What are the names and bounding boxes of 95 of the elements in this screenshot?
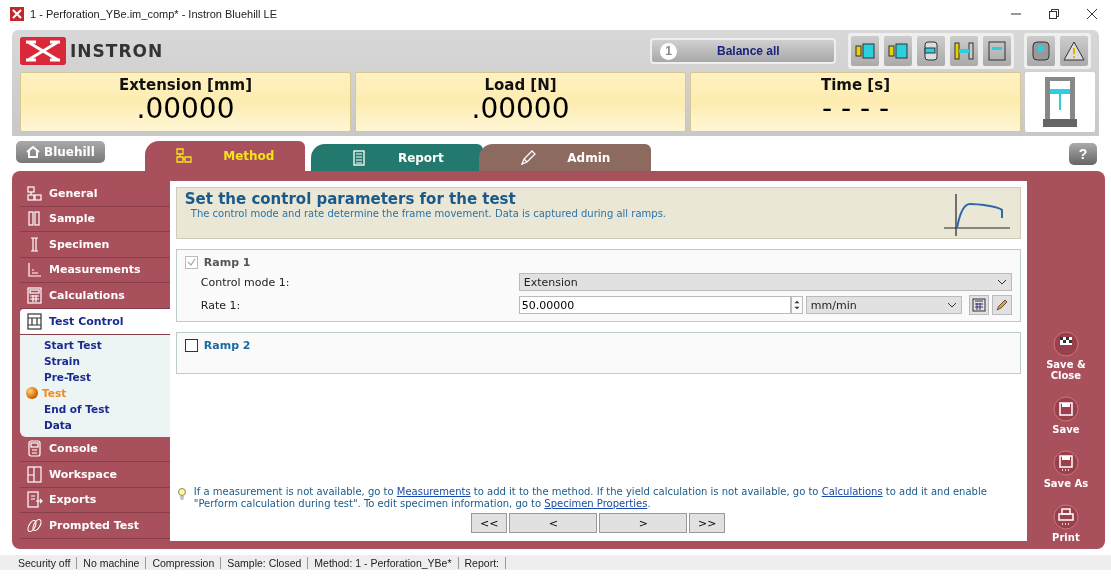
status-item: Compression <box>146 556 222 569</box>
help-button[interactable]: ? <box>1069 143 1097 165</box>
readout-label: Load [N] <box>484 76 557 94</box>
gauge-button[interactable] <box>883 35 913 67</box>
save-icon <box>1052 396 1079 422</box>
ruler-icon <box>26 261 43 279</box>
status-item: No machine <box>77 556 147 569</box>
readout-value: .00000 <box>136 94 235 124</box>
action-button[interactable]: Print <box>1030 504 1101 555</box>
ramp-label: Ramp 2 <box>203 339 251 352</box>
layout-icon <box>26 465 43 483</box>
sidebar-subitem[interactable]: Strain <box>20 352 170 369</box>
tab[interactable]: Admin <box>478 144 651 171</box>
sidebar-subitem[interactable]: Data <box>20 416 170 433</box>
gauge-button[interactable] <box>850 35 880 67</box>
transducer-button[interactable] <box>916 35 946 67</box>
pencil-button[interactable] <box>991 295 1012 315</box>
readout-value: - - - - <box>821 94 890 124</box>
sidebar-item[interactable]: Workspace <box>20 462 170 488</box>
controller-icon <box>1030 40 1052 62</box>
nav-button[interactable]: < <box>509 513 598 533</box>
nav-button[interactable]: > <box>599 513 688 533</box>
status-item: Method: 1 - Perforation_YBe* <box>308 556 459 569</box>
home-button[interactable]: Bluehill <box>16 141 105 163</box>
nav-button[interactable]: >> <box>689 513 726 533</box>
gauge-icon <box>887 40 909 62</box>
chevron-down-icon <box>946 302 957 308</box>
spinner-icon[interactable] <box>790 296 803 314</box>
link[interactable]: Measurements <box>396 486 471 497</box>
sidebar-item[interactable]: General <box>20 181 170 207</box>
link[interactable]: Calculations <box>821 486 883 497</box>
restore-icon <box>1049 9 1059 19</box>
readout-value: .00000 <box>471 94 570 124</box>
pencil-icon <box>519 148 538 167</box>
export-icon <box>26 491 43 509</box>
leaves-icon <box>26 516 43 534</box>
sample-icon <box>26 210 43 228</box>
app-logo-icon <box>10 7 24 21</box>
sidebar-item[interactable]: Measurements <box>20 257 170 283</box>
flag-icon <box>1052 331 1079 357</box>
extensometer-icon <box>953 40 975 62</box>
sidebar-item[interactable]: Sample <box>20 206 170 232</box>
balance-all-button[interactable]: 1 Balance all <box>650 38 836 64</box>
panel-subtitle: The control mode and rate determine the frame movement. Data is captured during all ramps. <box>190 208 668 219</box>
gauge-icon <box>854 40 876 62</box>
sidebar-subitem[interactable]: Pre-Test <box>20 368 170 385</box>
home-icon <box>26 146 40 158</box>
status-item: Security off <box>12 556 78 569</box>
sidebar-item[interactable]: Prompted Test <box>20 513 170 539</box>
window-title: 1 - Perforation_YBe.im_comp* - Instron Bluehill LE <box>30 8 278 20</box>
test-frame-icon <box>1043 75 1077 129</box>
tab[interactable]: Method <box>144 141 305 171</box>
field-label: Rate 1: <box>200 298 242 312</box>
controller-button[interactable] <box>1026 35 1056 67</box>
action-button[interactable]: Save As <box>1030 450 1101 501</box>
tab[interactable]: Report <box>310 144 483 171</box>
warning-icon <box>1063 40 1085 62</box>
frame-icon <box>986 40 1008 62</box>
readout-label: Time [s] <box>820 76 890 94</box>
action-button[interactable]: Save & Close <box>1030 331 1101 393</box>
frame-button[interactable] <box>982 35 1012 67</box>
save-icon <box>1052 450 1079 476</box>
field-label: Control mode 1: <box>200 275 291 289</box>
readout-label: Extension [mm] <box>118 76 253 94</box>
diagram-icon <box>26 184 43 202</box>
extensometer-button[interactable] <box>949 35 979 67</box>
calculator-icon <box>26 286 43 304</box>
sidebar-item[interactable]: Calculations <box>20 283 170 309</box>
calculator-icon <box>971 298 986 312</box>
diagram-icon <box>175 147 194 165</box>
nav-button[interactable]: << <box>471 513 508 533</box>
warning-button[interactable] <box>1059 35 1089 67</box>
calculator-button[interactable] <box>968 295 989 315</box>
sidebar-subitem[interactable]: End of Test <box>20 400 170 417</box>
pencil-icon <box>994 298 1009 312</box>
sidebar-item[interactable]: Console <box>20 436 170 462</box>
status-item: Report: <box>458 556 506 569</box>
lightbulb-icon <box>175 486 188 500</box>
hint-text: If a measurement is not available, go to Measurements to add it to the method. If the yield calculation is not available, go to Calculations to add it and enable "Perform calculation during test". To edit specimen information, go to Specimen Properties. <box>193 486 988 510</box>
panel-icon <box>26 312 43 330</box>
sidebar-subitem[interactable]: Start Test <box>20 336 170 353</box>
panel-title: Set the control parameters for the test <box>184 190 517 208</box>
action-button[interactable]: Save <box>1030 396 1101 447</box>
sidebar-item[interactable]: Test Control <box>20 308 170 335</box>
status-item: Sample: Closed <box>221 556 309 569</box>
brand-name: INSTRON <box>70 41 164 61</box>
logo-icon <box>20 37 66 65</box>
printer-icon <box>1052 504 1079 530</box>
checkbox[interactable] <box>184 339 198 352</box>
sidebar-item[interactable]: Exports <box>20 487 170 513</box>
close-icon <box>1087 9 1097 19</box>
controller-icon <box>26 440 43 458</box>
ramp-label: Ramp 1 <box>203 256 251 269</box>
sidebar-item[interactable]: Specimen <box>20 232 170 258</box>
chevron-down-icon <box>996 279 1007 285</box>
